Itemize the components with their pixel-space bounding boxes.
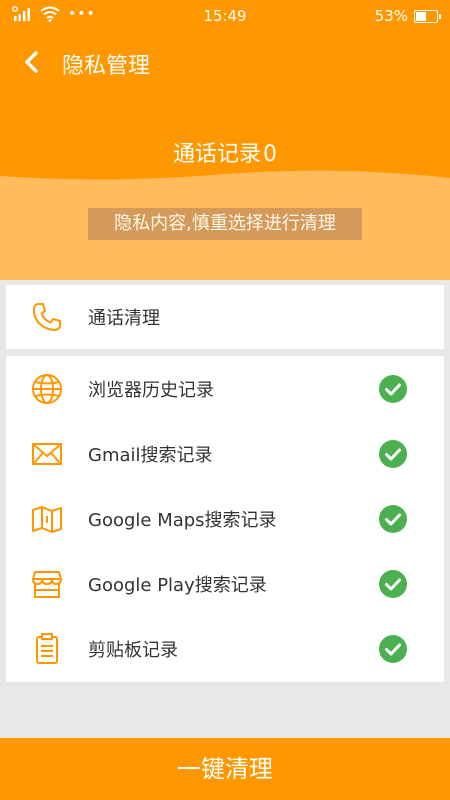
list-item-browser-history[interactable]: 浏览器历史记录 <box>6 356 444 421</box>
check-circle-icon[interactable] <box>378 374 408 404</box>
store-icon <box>32 570 62 598</box>
map-icon <box>32 505 62 533</box>
list-item-label: 剪贴板记录 <box>88 639 178 661</box>
call-clean-label: 通话清理 <box>88 308 160 329</box>
call-record-count: 0 <box>263 142 277 167</box>
call-clean-card[interactable]: 通话清理 <box>6 285 444 349</box>
one-click-clean-button[interactable]: 一键清理 <box>0 738 450 800</box>
list-item-label: Gmail搜索记录 <box>88 444 213 466</box>
page-title: 隐私管理 <box>62 54 151 79</box>
status-bar: ••• 15:49 53% <box>0 0 450 32</box>
chevron-left-icon <box>25 51 38 73</box>
status-right: 53% <box>374 7 441 25</box>
call-record-summary: 通话记录0 <box>0 136 450 168</box>
privacy-warning: 隐私内容,慎重选择进行清理 <box>88 208 362 240</box>
phone-icon <box>32 303 61 331</box>
check-circle-icon[interactable] <box>378 439 408 469</box>
check-circle-icon[interactable] <box>378 569 408 599</box>
mail-icon <box>32 442 62 465</box>
clipboard-icon <box>36 632 58 664</box>
check-circle-icon[interactable] <box>378 504 408 534</box>
list-item-label: Google Play搜索记录 <box>88 574 267 596</box>
list-item-clipboard[interactable]: 剪贴板记录 <box>6 616 444 681</box>
app-header: 隐私管理 <box>0 32 450 94</box>
call-record-label: 通话记录 <box>172 142 261 167</box>
globe-icon <box>32 373 62 404</box>
list-item-label: Google Maps搜索记录 <box>88 509 277 531</box>
battery-icon <box>414 9 441 23</box>
check-circle-icon[interactable] <box>378 634 408 664</box>
list-item-label: 浏览器历史记录 <box>88 379 214 401</box>
call-clean-row[interactable]: 通话清理 <box>6 285 444 349</box>
battery-percent: 53% <box>374 7 408 25</box>
list-item-gmail[interactable]: Gmail搜索记录 <box>6 421 444 486</box>
back-button[interactable] <box>18 46 48 78</box>
list-item-google-play[interactable]: Google Play搜索记录 <box>6 551 444 616</box>
battery-fill <box>416 11 426 21</box>
privacy-items-list: 浏览器历史记录 Gmail搜索记录 Google Maps搜索记录 Google… <box>6 356 444 682</box>
list-item-google-maps[interactable]: Google Maps搜索记录 <box>6 486 444 551</box>
